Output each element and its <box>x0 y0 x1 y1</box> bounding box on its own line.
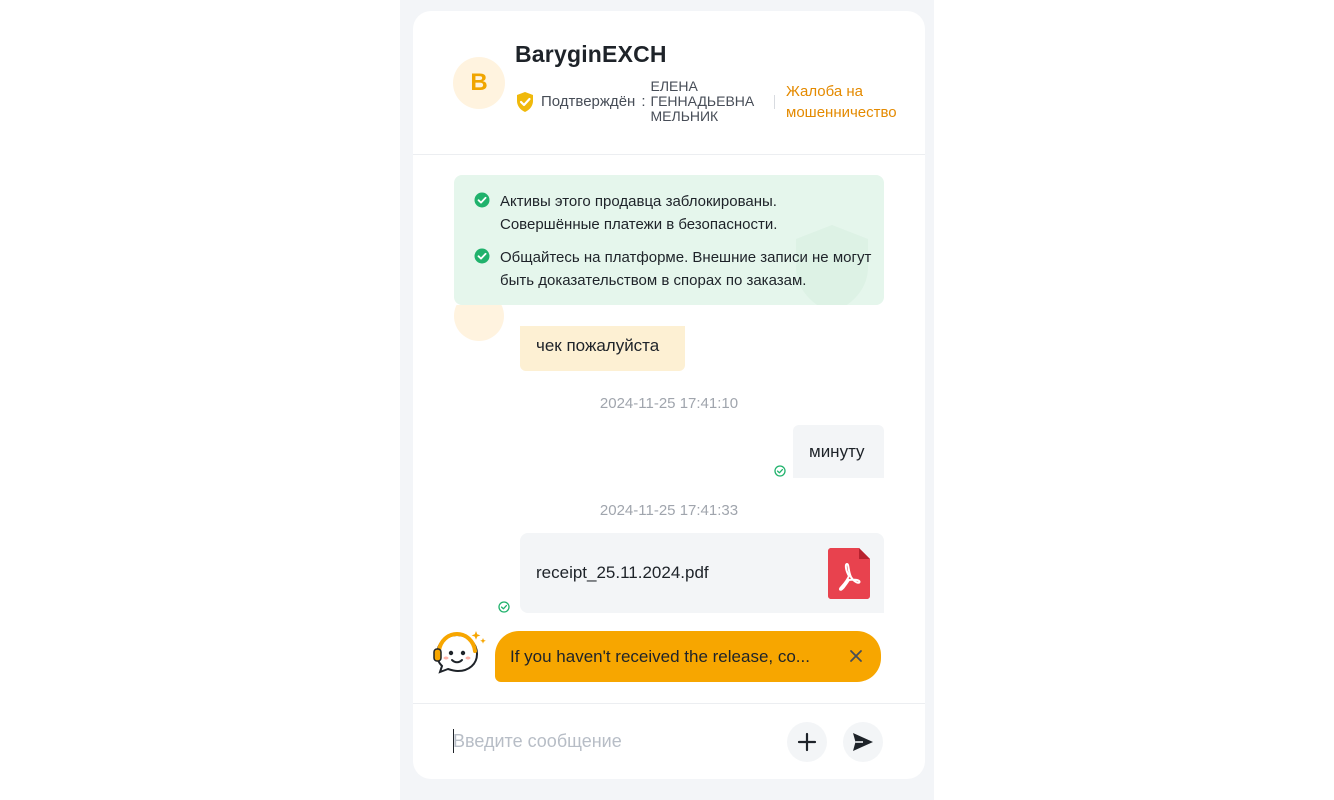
message-input[interactable] <box>453 726 773 756</box>
incoming-message: чек пожалуйста <box>520 326 685 371</box>
verification-row: Подтверждён : ЕЛЕНА ГЕННАДЬЕВНА МЕЛЬНИК <box>515 79 765 124</box>
security-notice: Активы этого продавца заблокированы. Сов… <box>454 175 884 305</box>
header-divider <box>774 95 775 109</box>
attachment-file-name: receipt_25.11.2024.pdf <box>536 563 709 582</box>
seller-name: BaryginEXCH <box>515 41 667 67</box>
real-name-line: ЕЛЕНА <box>650 78 698 94</box>
message-timestamp: 2024-11-25 17:41:33 <box>599 502 739 519</box>
close-icon[interactable] <box>849 649 863 663</box>
chat-card: B BaryginEXCH Подтверждён : ЕЛЕНА ГЕННАД… <box>413 11 925 779</box>
report-fraud-link[interactable]: Жалоба на мошенничество <box>786 81 911 123</box>
check-circle-icon <box>474 248 490 264</box>
verified-separator: : <box>641 93 646 110</box>
real-name-line: МЕЛЬНИК <box>650 108 719 124</box>
message-composer <box>413 703 925 779</box>
bot-message-text: If you haven't received the release, co.… <box>510 647 810 666</box>
add-attachment-button[interactable] <box>787 722 827 762</box>
support-bot-icon[interactable] <box>432 629 488 675</box>
notice-text: Общайтесь на платформе. Внешние записи н… <box>500 249 872 289</box>
notice-item: Общайтесь на платформе. Внешние записи н… <box>474 246 880 292</box>
counterparty-avatar <box>454 305 504 341</box>
send-button[interactable] <box>843 722 883 762</box>
seller-real-name: ЕЛЕНА ГЕННАДЬЕВНА МЕЛЬНИК <box>651 79 765 124</box>
notice-text: Активы этого продавца заблокированы. Сов… <box>500 193 778 233</box>
verified-label: Подтверждён <box>541 93 636 110</box>
message-timestamp: 2024-11-25 17:41:10 <box>599 395 739 412</box>
real-name-line: ГЕННАДЬЕВНА <box>650 93 755 109</box>
sent-check-icon <box>498 601 510 613</box>
send-icon <box>853 733 873 751</box>
text-caret <box>453 729 454 753</box>
file-attachment-message[interactable]: receipt_25.11.2024.pdf <box>520 533 884 613</box>
shield-check-icon <box>517 91 533 112</box>
pdf-file-icon[interactable] <box>828 548 870 599</box>
plus-icon <box>797 732 817 752</box>
chat-header: B BaryginEXCH Подтверждён : ЕЛЕНА ГЕННАД… <box>413 11 925 155</box>
notice-item: Активы этого продавца заблокированы. Сов… <box>474 190 880 236</box>
support-bot-message[interactable]: If you haven't received the release, co.… <box>495 631 881 682</box>
outgoing-message: минуту <box>793 425 884 478</box>
avatar: B <box>453 57 505 109</box>
sent-check-icon <box>774 465 786 477</box>
check-circle-icon <box>474 192 490 208</box>
